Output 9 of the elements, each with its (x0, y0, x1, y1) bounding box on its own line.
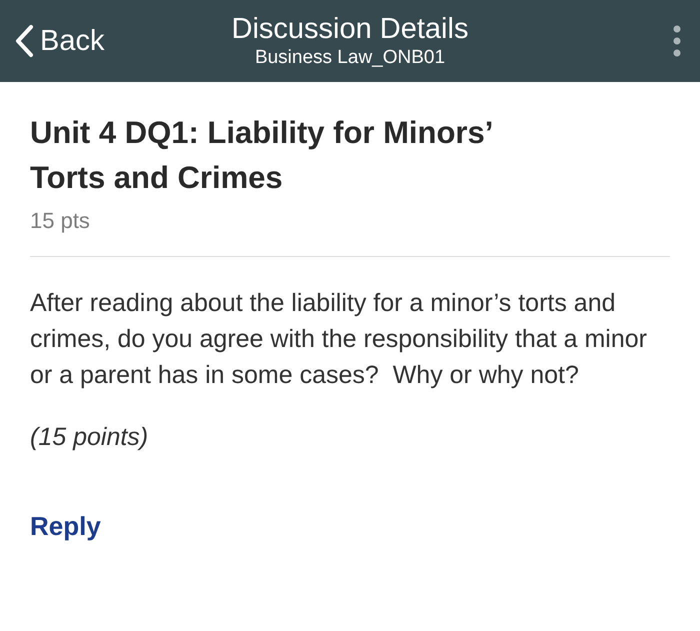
reply-link[interactable]: Reply (30, 511, 101, 542)
discussion-title: Unit 4 DQ1: Liability for Minors’ Torts and Crimes (30, 114, 493, 197)
discussion-prompt: After reading about the liability for a minor’s torts and crimes, do you agree with the responsibility that a minor or a parent has in some cases? Why or why not? (30, 288, 648, 391)
screen-title: Discussion Details (232, 12, 468, 46)
back-button[interactable]: Back (14, 24, 104, 58)
chevron-left-icon (14, 24, 34, 58)
points-note: (15 points) (30, 422, 150, 453)
screen-subtitle: Business Law_ONB01 (254, 46, 446, 70)
points-label: 15 pts (30, 208, 91, 234)
